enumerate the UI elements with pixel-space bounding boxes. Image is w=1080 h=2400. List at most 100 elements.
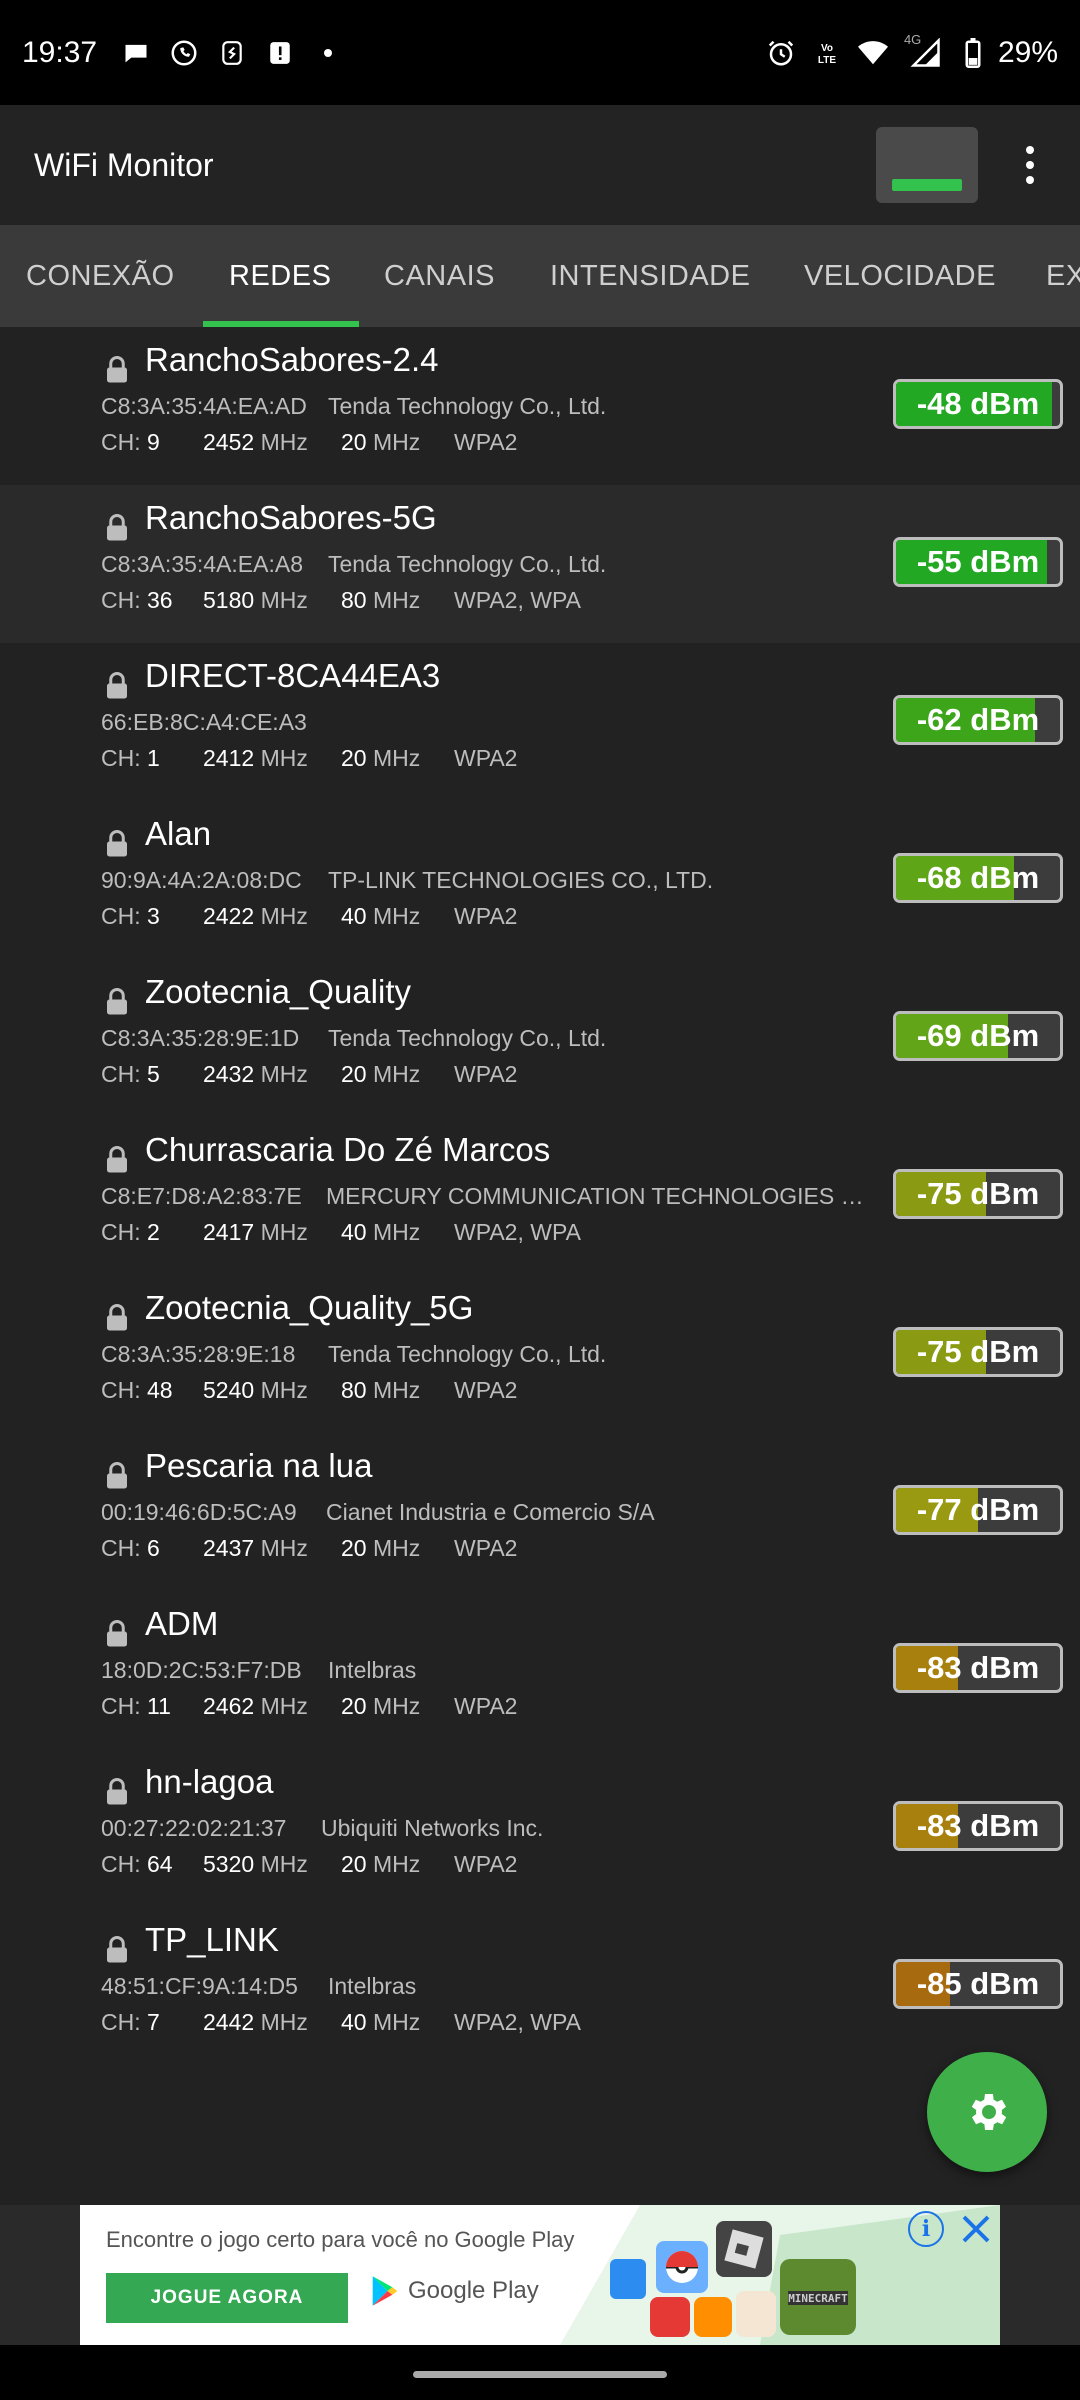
frequency-value: 5180 xyxy=(203,587,255,613)
network-ssid: DIRECT-8CA44EA3 xyxy=(145,657,441,694)
ad-text: Encontre o jogo certo para você no Googl… xyxy=(106,2227,575,2252)
channel-width-unit: MHz xyxy=(372,1851,421,1877)
channel-label: CH: xyxy=(101,1535,141,1561)
network-mac: 48:51:CF:9A:14:D5 xyxy=(101,1973,298,1999)
svg-text:MINECRAFT: MINECRAFT xyxy=(788,2292,848,2305)
google-play-badge: Google Play xyxy=(370,2275,539,2307)
network-vendor: TP-LINK TECHNOLOGIES CO., LTD. xyxy=(328,867,714,893)
network-row[interactable]: DIRECT-8CA44EA3 66:EB:8C:A4:CE:A3 CH: 1 241… xyxy=(0,643,1080,801)
frequency-unit: MHz xyxy=(260,745,308,771)
signal-strength-badge: -75 dBm xyxy=(893,1169,1063,1219)
network-vendor: Intelbras xyxy=(328,1657,417,1683)
lock-icon xyxy=(107,1462,127,1489)
network-ssid: Zootecnia_Quality xyxy=(145,973,411,1010)
security-type: WPA2 xyxy=(454,1535,518,1561)
home-gesture-handle[interactable] xyxy=(413,2371,667,2378)
network-ssid: Alan xyxy=(145,815,212,852)
signal-meter-button[interactable] xyxy=(876,127,978,203)
wifi-icon xyxy=(857,38,888,68)
network-row[interactable]: RanchoSabores-2.4 C8:3A:35:4A:EA:AD Tenda … xyxy=(0,327,1080,485)
frequency-unit: MHz xyxy=(260,429,308,455)
system-icons: Vo LTE 4G 29% xyxy=(766,32,1058,70)
tab-canais[interactable]: CANAIS xyxy=(384,225,495,327)
channel-label: CH: xyxy=(101,903,141,929)
channel-value: 48 xyxy=(147,1377,173,1403)
alarm-icon xyxy=(766,38,796,68)
signal-strength-badge: -83 dBm xyxy=(893,1643,1063,1693)
network-row[interactable]: Churrascaria Do Zé Marcos C8:E7:D8:A2:83:… xyxy=(0,1117,1080,1275)
close-icon[interactable] xyxy=(958,2211,994,2247)
security-type: WPA2, WPA xyxy=(454,587,581,613)
network-row[interactable]: Alan 90:9A:4A:2A:08:DC TP-LINK TECHNOLOGIE… xyxy=(0,801,1080,959)
network-row[interactable]: RanchoSabores-5G C8:3A:35:4A:EA:A8 Tenda T… xyxy=(0,485,1080,643)
security-type: WPA2, WPA xyxy=(454,1219,581,1245)
lock-icon xyxy=(107,988,127,1015)
network-row[interactable]: Pescaria na lua 00:19:46:6D:5C:A9 Cianet I… xyxy=(0,1433,1080,1591)
network-row[interactable]: ADM 18:0D:2C:53:F7:DB Intelbras CH: 11 2462 … xyxy=(0,1591,1080,1749)
lock-icon xyxy=(107,672,127,699)
frequency-unit: MHz xyxy=(260,1219,308,1245)
signal-strength-badge: -68 dBm xyxy=(893,853,1063,903)
channel-width-value: 40 xyxy=(341,903,367,929)
channel-width-value: 40 xyxy=(341,2009,367,2035)
network-ssid: Pescaria na lua xyxy=(145,1447,373,1484)
network-mac: C8:3A:35:28:9E:18 xyxy=(101,1341,296,1367)
network-mac: 18:0D:2C:53:F7:DB xyxy=(101,1657,302,1683)
ad-area: Encontre o jogo certo para você no Googl… xyxy=(0,2205,1080,2345)
network-row[interactable]: Zootecnia_Quality_5G C8:3A:35:28:9E:18 Ten… xyxy=(0,1275,1080,1433)
network-row[interactable]: Zootecnia_Quality C8:3A:35:28:9E:1D Tenda … xyxy=(0,959,1080,1117)
channel-width-value: 20 xyxy=(341,1693,367,1719)
channel-width-unit: MHz xyxy=(372,1377,421,1403)
lock-icon xyxy=(107,1936,127,1963)
ad-cta-button[interactable]: JOGUE AGORA xyxy=(106,2273,348,2323)
signal-strength-text: -83 dBm xyxy=(916,1650,1040,1685)
network-row[interactable]: TP_LINK 48:51:CF:9A:14:D5 Intelbras CH: 7 24… xyxy=(0,1907,1080,2065)
network-mac: C8:3A:35:4A:EA:AD xyxy=(101,393,307,419)
tab-conexao[interactable]: CONEXÃO xyxy=(26,225,175,327)
frequency-unit: MHz xyxy=(260,1535,308,1561)
signal-strength-text: -55 dBm xyxy=(916,544,1040,579)
channel-label: CH: xyxy=(101,1377,141,1403)
lock-icon xyxy=(107,1304,127,1331)
channel-value: 11 xyxy=(147,1693,171,1719)
channel-value: 7 xyxy=(147,2009,160,2035)
ad-banner[interactable]: Encontre o jogo certo para você no Googl… xyxy=(80,2205,1000,2345)
network-row[interactable]: hn-lagoa 00:27:22:02:21:37 Ubiquiti Networ… xyxy=(0,1749,1080,1907)
channel-value: 1 xyxy=(147,745,160,771)
settings-fab[interactable] xyxy=(927,2052,1047,2172)
signal-strength-badge: -55 dBm xyxy=(893,537,1063,587)
frequency-value: 2442 xyxy=(203,2009,255,2035)
notification-icons xyxy=(121,38,343,68)
frequency-unit: MHz xyxy=(260,587,308,613)
channel-value: 5 xyxy=(147,1061,160,1087)
signal-strength-badge: -62 dBm xyxy=(893,695,1063,745)
network-mac: 00:19:46:6D:5C:A9 xyxy=(101,1499,297,1525)
signal-strength-text: -85 dBm xyxy=(916,1966,1040,2001)
security-type: WPA2 xyxy=(454,1693,518,1719)
channel-width-value: 80 xyxy=(341,1377,367,1403)
channel-label: CH: xyxy=(101,429,141,455)
network-vendor: Cianet Industria e Comercio S/A xyxy=(326,1499,655,1525)
channel-width-unit: MHz xyxy=(372,1693,421,1719)
channel-width-value: 20 xyxy=(341,745,367,771)
play-store-icon xyxy=(372,2276,398,2306)
channel-width-value: 20 xyxy=(341,1851,367,1877)
svg-text:Vo: Vo xyxy=(821,43,833,54)
network-vendor: Ubiquiti Networks Inc. xyxy=(321,1815,544,1841)
tab-redes[interactable]: REDES xyxy=(229,225,331,327)
tab-velocidade[interactable]: VELOCIDADE xyxy=(804,225,996,327)
tab-intensidade[interactable]: INTENSIDADE xyxy=(550,225,750,327)
tab-ex[interactable]: EX xyxy=(1046,225,1080,327)
lock-icon xyxy=(107,514,127,541)
signal-strength-text: -83 dBm xyxy=(916,1808,1040,1843)
network-vendor: Tenda Technology Co., Ltd. xyxy=(328,1341,607,1367)
network-vendor: MERCURY COMMUNICATION TECHNOLOGIES CO., … xyxy=(326,1183,876,1209)
overflow-menu-button[interactable] xyxy=(1012,135,1048,195)
network-list[interactable]: RanchoSabores-2.4 C8:3A:35:4A:EA:AD Tenda … xyxy=(0,327,1080,2205)
security-type: WPA2 xyxy=(454,745,518,771)
channel-value: 6 xyxy=(147,1535,160,1561)
signal-strength-text: -68 dBm xyxy=(916,860,1040,895)
ad-info-icon[interactable]: i xyxy=(908,2211,944,2247)
security-type: WPA2 xyxy=(454,1377,518,1403)
network-mac: 66:EB:8C:A4:CE:A3 xyxy=(101,709,307,735)
